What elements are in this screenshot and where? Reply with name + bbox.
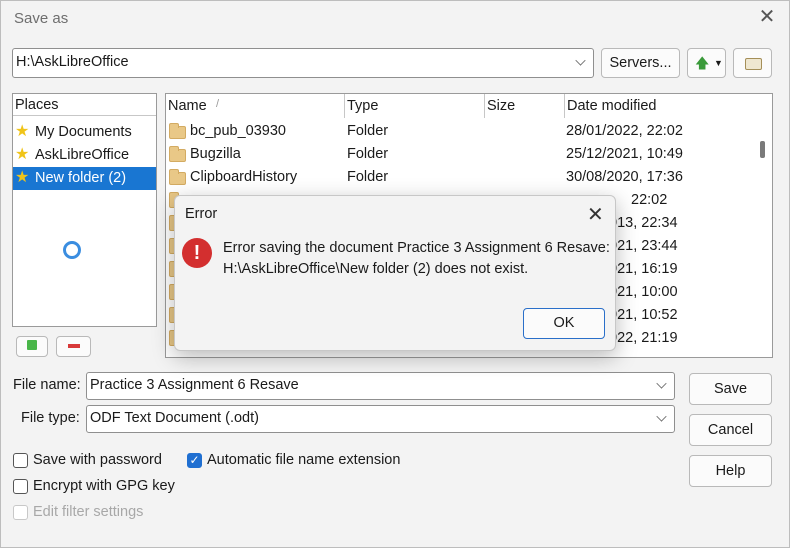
file-date: 22:02	[631, 192, 668, 208]
file-name-label: File name:	[13, 377, 81, 393]
file-name: bc_pub_03930	[190, 123, 286, 139]
arrow-up-icon: 🡅	[695, 55, 710, 71]
file-date: 013, 22:34	[609, 215, 678, 231]
folder-icon	[169, 123, 186, 139]
minus-icon	[67, 344, 80, 349]
new-folder-button[interactable]	[733, 48, 772, 78]
file-type-combobox[interactable]: ODF Text Document (.odt)	[86, 405, 675, 433]
vertical-scrollbar-thumb[interactable]	[760, 141, 765, 158]
column-header-type[interactable]: Type	[345, 94, 485, 118]
star-icon: ★	[15, 123, 30, 140]
plus-icon	[27, 340, 37, 350]
place-item-new-folder-2[interactable]: ★ New folder (2)	[13, 167, 156, 190]
place-item-asklibreoffice[interactable]: ★ AskLibreOffice	[13, 144, 156, 167]
place-label: New folder (2)	[35, 170, 127, 186]
place-item-my-documents[interactable]: ★ My Documents	[13, 121, 156, 144]
place-label: AskLibreOffice	[35, 147, 130, 163]
file-type: Folder	[347, 146, 389, 162]
error-dialog-title: Error	[185, 206, 218, 222]
file-date: 022, 21:19	[609, 330, 678, 346]
file-name-value: Practice 3 Assignment 6 Resave	[90, 377, 299, 393]
ok-button[interactable]: OK	[523, 308, 605, 339]
chevron-down-icon: ▼	[714, 58, 723, 68]
file-date: 30/08/2020, 17:36	[566, 169, 683, 185]
column-header-name[interactable]: Name /	[166, 94, 345, 118]
file-name: ClipboardHistory	[190, 169, 298, 185]
folder-icon	[169, 169, 186, 185]
path-value: H:\AskLibreOffice	[16, 54, 129, 70]
file-row[interactable]: ClipboardHistory Folder 30/08/2020, 17:3…	[166, 166, 756, 189]
place-label: My Documents	[35, 124, 132, 140]
close-icon[interactable]: ✕	[587, 202, 604, 227]
add-place-button[interactable]	[16, 336, 48, 357]
column-header-date[interactable]: Date modified	[565, 94, 772, 118]
file-type-label: File type:	[21, 410, 80, 426]
window-title: Save as	[14, 10, 69, 27]
file-date: 021, 23:44	[609, 238, 678, 254]
column-header-size[interactable]: Size	[485, 94, 565, 118]
star-icon: ★	[15, 146, 30, 163]
file-row[interactable]: Bugzilla Folder 25/12/2021, 10:49	[166, 143, 756, 166]
file-type-value: ODF Text Document (.odt)	[90, 410, 259, 426]
file-name-combobox[interactable]: Practice 3 Assignment 6 Resave	[86, 372, 675, 400]
edit-filter-checkbox	[13, 505, 28, 520]
folder-icon	[169, 146, 186, 162]
file-date: 25/12/2021, 10:49	[566, 146, 683, 162]
sort-indicator-icon: /	[216, 98, 220, 110]
close-icon[interactable]: ✕	[758, 7, 776, 27]
chevron-down-icon[interactable]	[656, 411, 667, 422]
servers-button[interactable]: Servers...	[601, 48, 680, 78]
file-type: Folder	[347, 169, 389, 185]
file-row[interactable]: bc_pub_03930 Folder 28/01/2022, 22:02	[166, 120, 756, 143]
error-icon: !	[182, 238, 212, 268]
cancel-button[interactable]: Cancel	[689, 414, 772, 446]
encrypt-gpg-checkbox[interactable]	[13, 479, 28, 494]
error-message-line2: H:\AskLibreOffice\New folder (2) does no…	[223, 261, 529, 277]
edit-filter-label: Edit filter settings	[33, 504, 144, 520]
save-button[interactable]: Save	[689, 373, 772, 405]
path-combobox[interactable]: H:\AskLibreOffice	[12, 48, 594, 78]
places-panel: Places ★ My Documents ★ AskLibreOffice ★…	[12, 93, 157, 327]
file-date: 021, 10:00	[609, 284, 678, 300]
chevron-down-icon[interactable]	[656, 378, 667, 389]
star-icon: ★	[15, 169, 30, 186]
help-button[interactable]: Help	[689, 455, 772, 487]
places-header: Places	[13, 94, 156, 116]
remove-place-button[interactable]	[56, 336, 91, 357]
file-date: 021, 16:19	[609, 261, 678, 277]
file-name: Bugzilla	[190, 146, 241, 162]
file-date: 021, 10:52	[609, 307, 678, 323]
file-type: Folder	[347, 123, 389, 139]
file-date: 28/01/2022, 22:02	[566, 123, 683, 139]
error-message-line1: Error saving the document Practice 3 Ass…	[223, 240, 610, 256]
busy-spinner-icon	[63, 241, 81, 259]
save-with-password-label: Save with password	[33, 452, 162, 468]
automatic-extension-checkbox[interactable]: ✓	[187, 453, 202, 468]
save-with-password-checkbox[interactable]	[13, 453, 28, 468]
automatic-extension-label: Automatic file name extension	[207, 452, 401, 468]
encrypt-gpg-label: Encrypt with GPG key	[33, 478, 175, 494]
error-dialog: Error ✕ ! Error saving the document Prac…	[174, 195, 616, 351]
new-folder-icon	[745, 58, 762, 70]
up-level-button[interactable]: 🡅 ▼	[687, 48, 726, 78]
chevron-down-icon[interactable]	[575, 55, 586, 66]
